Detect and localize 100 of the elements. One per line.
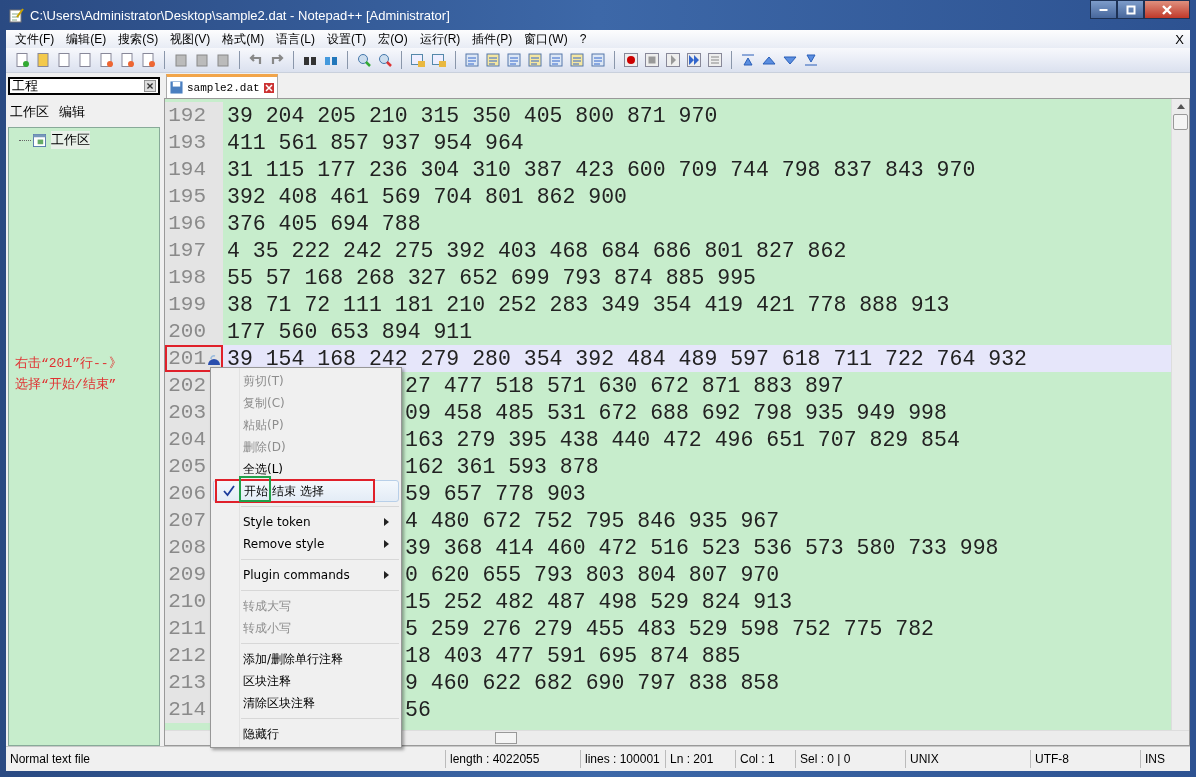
- maximize-icon: [1124, 3, 1137, 16]
- scroll-thumb[interactable]: [495, 732, 517, 744]
- line-number: 194: [168, 159, 206, 180]
- code-line: 0 620 655 793 803 804 807 970: [405, 562, 780, 587]
- fast-forward-icon[interactable]: [686, 52, 702, 68]
- menu-item[interactable]: 全选(L): [213, 458, 399, 480]
- line-number: 213: [168, 672, 206, 693]
- menu-item[interactable]: 语言(L): [271, 30, 320, 48]
- line-number: 209: [168, 564, 206, 585]
- bottom-icon[interactable]: [803, 52, 819, 68]
- menu-item[interactable]: 隐藏行: [213, 723, 399, 745]
- status-field: UNIX: [906, 750, 1031, 768]
- code-line: 39 154 168 242 279 280 354 392 484 489 597 618 711 722 764 932: [227, 346, 1027, 371]
- status-field: INS: [1141, 750, 1196, 768]
- menu-item[interactable]: 插件(P): [467, 30, 518, 48]
- menu-item[interactable]: 区块注释: [213, 670, 399, 692]
- zoom-in-icon[interactable]: [356, 52, 372, 68]
- menu-item[interactable]: 编辑(E): [61, 30, 112, 48]
- close-document-button[interactable]: X: [1175, 31, 1184, 47]
- menu-item[interactable]: Style token: [213, 511, 399, 533]
- code-line: 4 480 672 752 795 846 935 967: [405, 508, 780, 533]
- line-number: 196: [168, 213, 206, 234]
- line-number: 197: [168, 240, 206, 261]
- menu-item[interactable]: 窗口(W): [519, 30, 573, 48]
- code-line: 15 252 482 487 498 529 824 913: [405, 589, 793, 614]
- code-line: 9 460 622 682 690 797 838 858: [405, 670, 780, 695]
- line-number: 203: [168, 402, 206, 423]
- menu-item[interactable]: 运行(R): [414, 30, 466, 48]
- minimize-button[interactable]: [1090, 0, 1117, 19]
- menu-item[interactable]: 视图(V): [165, 30, 216, 48]
- status-field: UTF-8: [1031, 750, 1141, 768]
- line-number: 193: [168, 132, 206, 153]
- line-number: 200: [168, 321, 206, 342]
- vertical-scrollbar[interactable]: [1171, 99, 1189, 730]
- checkmark-icon: [223, 485, 235, 497]
- bookmark-icon: [206, 352, 221, 365]
- record-icon[interactable]: [623, 52, 639, 68]
- line-number: 198: [168, 267, 206, 288]
- annotation-text: 选择“开始/结束”: [15, 376, 118, 393]
- line-number: 195: [168, 186, 206, 207]
- panel-tab[interactable]: 编辑: [59, 103, 85, 121]
- code-line: 163 279 395 438 440 472 496 651 707 829 854: [405, 427, 960, 452]
- document-icon[interactable]: [569, 52, 585, 68]
- code-line: 177 560 653 894 911: [227, 319, 473, 344]
- scroll-up-icon[interactable]: [1176, 104, 1185, 109]
- panel-tab[interactable]: 工作区: [10, 103, 49, 121]
- line-number: 206: [168, 483, 206, 504]
- code-line: 5 259 276 279 455 483 529 598 752 775 782: [405, 616, 934, 641]
- line-number: 204: [168, 429, 206, 450]
- zoom-out-icon[interactable]: [377, 52, 393, 68]
- code-line: 376 405 694 788: [227, 211, 421, 236]
- menu-item[interactable]: 搜索(S): [113, 30, 164, 48]
- window-title: C:\Users\Administrator\Desktop\sample2.dat - Notepad++ [Administrator]: [30, 7, 450, 23]
- menu-item[interactable]: Remove style: [213, 533, 399, 555]
- menu-item[interactable]: Plugin commands: [213, 564, 399, 586]
- new-file-icon[interactable]: [14, 52, 30, 68]
- close-button[interactable]: [1144, 0, 1190, 19]
- tree-item[interactable]: 工作区: [51, 131, 90, 149]
- line-number: 210: [168, 591, 206, 612]
- submenu-arrow-icon: [384, 571, 389, 579]
- workspace-icon: [33, 133, 46, 147]
- code-line: 09 458 485 531 672 688 692 798 935 949 998: [405, 400, 947, 425]
- maximize-button[interactable]: [1117, 0, 1144, 19]
- file-tab[interactable]: sample2.dat: [166, 74, 278, 98]
- submenu-arrow-icon: [384, 540, 389, 548]
- play-icon[interactable]: [665, 52, 681, 68]
- status-field: Sel : 0 | 0: [796, 750, 906, 768]
- code-line: 162 361 593 878: [405, 454, 599, 479]
- line-number: 207: [168, 510, 206, 531]
- status-field: length : 4022055: [446, 750, 581, 768]
- line-number: 201: [168, 348, 206, 369]
- line-number: 212: [168, 645, 206, 666]
- menu-item[interactable]: 文件(F): [10, 30, 60, 48]
- annotation-text: 右击“201”行--》: [15, 355, 122, 372]
- status-field: lines : 100001: [581, 750, 666, 768]
- code-line: 39 368 414 460 472 516 523 536 573 580 733 998: [405, 535, 999, 560]
- code-line: 59 657 778 903: [405, 481, 586, 506]
- stop-icon[interactable]: [644, 52, 660, 68]
- close-icon: [1161, 3, 1173, 16]
- menu-item[interactable]: 格式(M): [217, 30, 270, 48]
- top-icon[interactable]: [740, 52, 756, 68]
- menu-item[interactable]: ?: [574, 32, 592, 46]
- line-number: 205: [168, 456, 206, 477]
- code-line: 27 477 518 571 630 672 871 883 897: [405, 373, 844, 398]
- notepad-icon: [8, 7, 24, 23]
- line-number: 202: [168, 375, 206, 396]
- line-number: 208: [168, 537, 206, 558]
- status-field: Normal text file: [6, 750, 446, 768]
- line-number: 214: [168, 699, 206, 720]
- menu-item[interactable]: 清除区块注释: [213, 692, 399, 714]
- menu-item[interactable]: 添加/删除单行注释: [213, 648, 399, 670]
- menu-item[interactable]: 宏(O): [373, 30, 413, 48]
- close-icon[interactable]: [144, 80, 156, 92]
- line-number: 192: [168, 105, 206, 126]
- scroll-thumb[interactable]: [1173, 114, 1188, 130]
- menu-item[interactable]: 设置(T): [322, 30, 372, 48]
- code-line: 38 71 72 111 181 210 252 283 349 354 419 421 778 888 913: [227, 292, 950, 317]
- window-lock-icon[interactable]: [410, 52, 426, 68]
- window-lock-icon[interactable]: [431, 52, 447, 68]
- code-line: 18 403 477 591 695 874 885: [405, 643, 741, 668]
